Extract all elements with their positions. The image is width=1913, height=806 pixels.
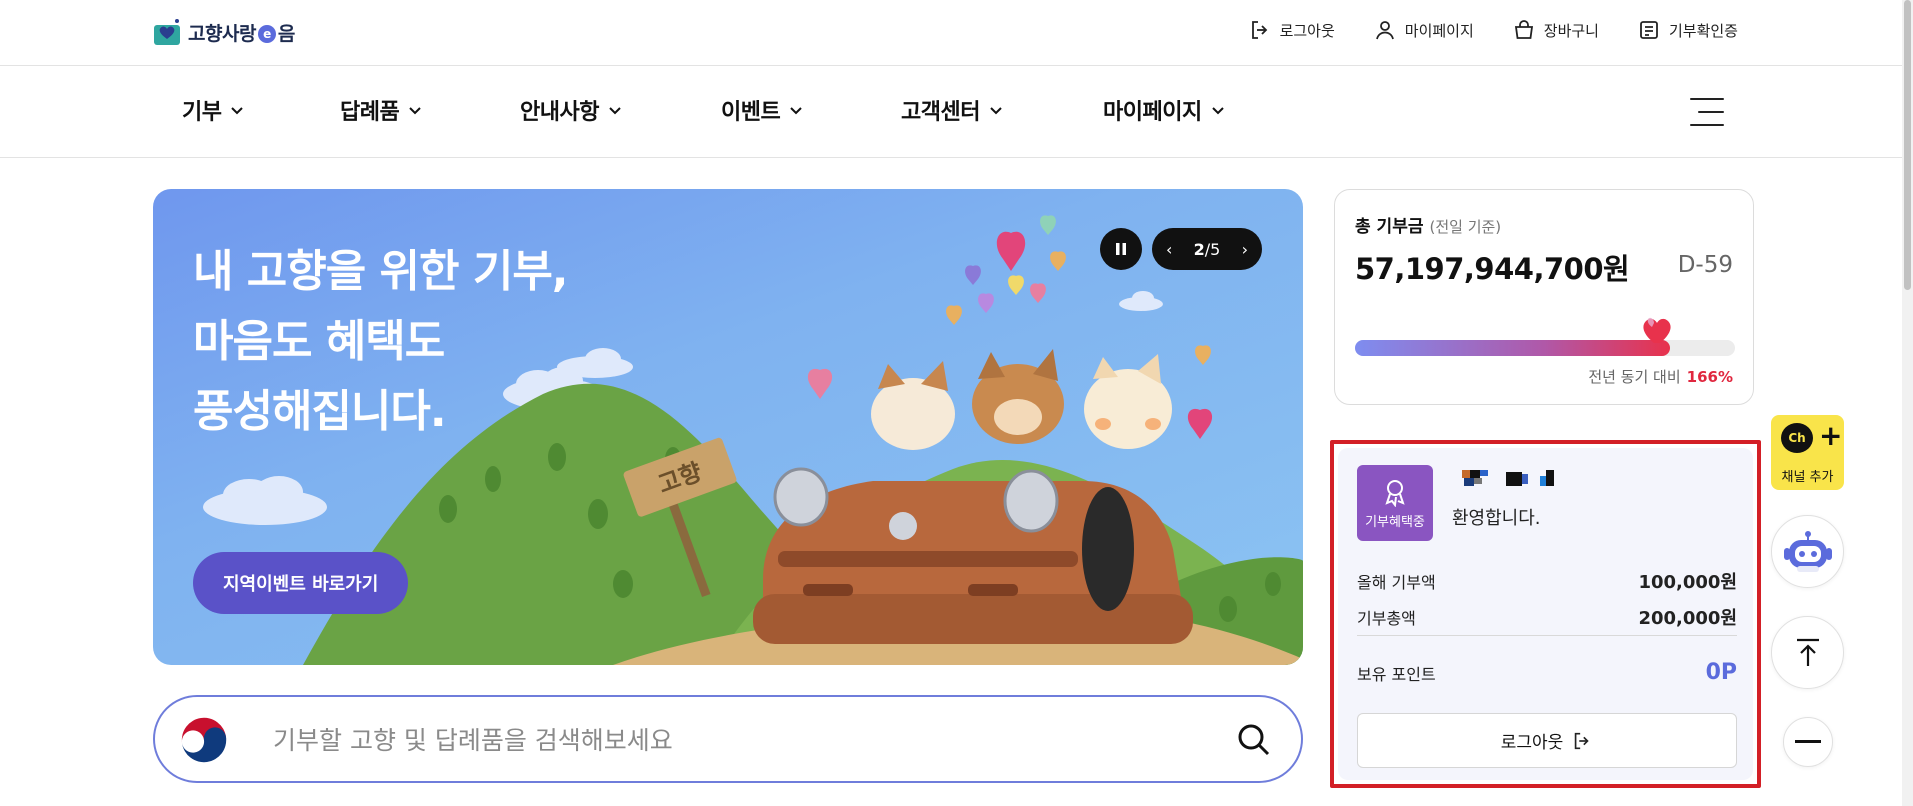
chevron-down-icon xyxy=(231,107,244,115)
certificate-icon xyxy=(1640,21,1658,39)
user-summary-card: 기부혜택중 환영합니다. 올해 기부액 100,000원 기부총액 200,00… xyxy=(1330,440,1761,788)
logout-link[interactable]: 로그아웃 xyxy=(1248,18,1335,42)
nav-gifts[interactable]: 답례품 xyxy=(340,94,423,126)
divider xyxy=(1357,635,1737,636)
search-icon[interactable] xyxy=(1237,723,1271,757)
year-over-year-compare: 전년 동기 대비 166% xyxy=(1588,368,1733,386)
chevron-down-icon xyxy=(609,107,621,115)
kakao-channel-button[interactable]: Ch + 채널 추가 xyxy=(1771,415,1844,490)
main-navigation: 기부 답례품 안내사항 이벤트 고객센터 마이페이지 xyxy=(0,66,1913,158)
kakao-channel-icon: Ch xyxy=(1781,423,1813,453)
logo-text: 고향사랑 e 음 xyxy=(188,22,295,45)
kakao-channel-label: 채널 추가 xyxy=(1781,470,1834,485)
user-icon xyxy=(1375,21,1394,40)
pause-button[interactable] xyxy=(1100,228,1142,270)
certificate-link[interactable]: 기부확인증 xyxy=(1637,18,1738,42)
plus-icon: + xyxy=(1819,419,1843,452)
chevron-down-icon xyxy=(409,107,421,115)
logout-button[interactable]: 로그아웃 xyxy=(1357,713,1737,768)
donation-benefit-badge: 기부혜택중 xyxy=(1357,465,1433,541)
search-input[interactable] xyxy=(273,717,1173,763)
scroll-top-button[interactable] xyxy=(1771,616,1844,689)
nav-customer-center[interactable]: 고객센터 xyxy=(901,94,1004,126)
mypage-link[interactable]: 마이페이지 xyxy=(1373,18,1474,42)
local-event-button[interactable]: 지역이벤트 바로가기 xyxy=(193,552,409,614)
total-donation-card: 총 기부금 (전일 기준) 57,197,944,700원 D-59 전년 동기 … xyxy=(1334,189,1754,405)
banner-pager: ‹ 2/5 › xyxy=(1152,228,1262,270)
site-logo[interactable]: 고향사랑 e 음 xyxy=(152,15,295,49)
award-ribbon-icon xyxy=(1385,479,1405,507)
cart-link[interactable]: 장바구니 xyxy=(1512,18,1599,42)
search-bar xyxy=(153,695,1303,783)
total-donation-amount: 57,197,944,700원 xyxy=(1355,252,1630,286)
top-utility-bar: 고향사랑 e 음 로그아웃 마이페이지 장바구니 기부확인증 xyxy=(0,0,1913,66)
total-donation-row: 기부총액 200,000원 xyxy=(1357,608,1737,629)
total-donation-label: 총 기부금 (전일 기준) xyxy=(1355,217,1502,237)
donation-progress-fill xyxy=(1355,340,1671,356)
nav-guide[interactable]: 안내사항 xyxy=(520,94,623,126)
pause-icon xyxy=(1116,243,1126,255)
cart-icon xyxy=(1514,20,1533,39)
chevron-down-icon xyxy=(790,107,802,115)
minimize-button[interactable] xyxy=(1783,717,1833,767)
nav-mypage[interactable]: 마이페이지 xyxy=(1103,94,1226,126)
minus-icon xyxy=(1795,740,1821,743)
logout-icon xyxy=(1575,732,1589,749)
taegeuk-emblem-icon xyxy=(180,716,228,764)
dday-counter: D-59 xyxy=(1677,252,1733,278)
scroll-top-icon xyxy=(1796,638,1819,666)
donation-progress-bar xyxy=(1355,317,1735,356)
logo-heart-icon xyxy=(154,19,180,45)
annual-donation-row: 올해 기부액 100,000원 xyxy=(1357,572,1737,593)
banner-title: 내 고향을 위한 기부, 마음도 혜택도 풍성해집니다. xyxy=(193,246,569,437)
chevron-down-icon xyxy=(990,107,1002,115)
pager-total: /5 xyxy=(1204,239,1221,259)
chevron-left-icon[interactable]: ‹ xyxy=(1166,240,1172,259)
heart-icon xyxy=(1643,317,1671,343)
hamburger-icon[interactable] xyxy=(1690,96,1724,128)
robot-icon xyxy=(1783,530,1832,572)
utility-links: 로그아웃 마이페이지 장바구니 기부확인증 xyxy=(1248,18,1738,42)
masked-username xyxy=(1462,470,1554,486)
nav-event[interactable]: 이벤트 xyxy=(721,94,804,126)
logout-icon xyxy=(1251,21,1267,39)
chevron-right-icon[interactable]: › xyxy=(1242,240,1248,259)
nav-donation[interactable]: 기부 xyxy=(182,94,245,126)
scrollbar-thumb[interactable] xyxy=(1904,0,1911,290)
chevron-down-icon xyxy=(1211,107,1224,115)
pager-current: 2 xyxy=(1193,239,1205,259)
chatbot-button[interactable] xyxy=(1771,515,1844,588)
points-row: 보유 포인트 0P xyxy=(1357,660,1737,685)
welcome-message: 환영합니다. xyxy=(1452,508,1541,529)
page-scrollbar[interactable] xyxy=(1902,0,1913,806)
hero-banner[interactable]: 고향 내 고향을 위한 기부, 마음도 혜택도 풍성해집니다. 지역이벤트 바로… xyxy=(153,189,1303,665)
